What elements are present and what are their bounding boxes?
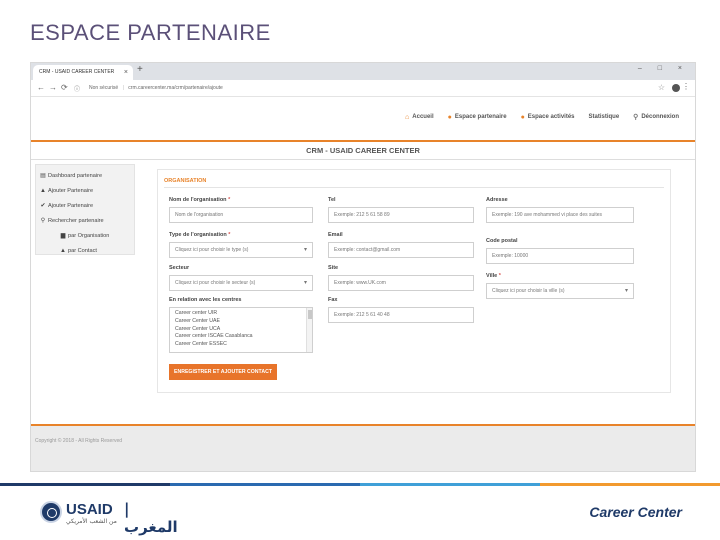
bookmark-star-icon[interactable]: ☆ xyxy=(658,83,665,92)
page-footer: Copyright © 2018 - All Rights Reserved xyxy=(31,424,695,471)
usaid-logo: USAID | المغرب من الشعب الأمريكي xyxy=(40,498,178,536)
tab-title: CRM - USAID CAREER CENTER xyxy=(39,69,115,75)
user-icon: ▲ xyxy=(40,188,46,194)
email-label: Email xyxy=(328,232,343,238)
copyright-text: Copyright © 2018 - All Rights Reserved xyxy=(35,438,123,444)
nom-field[interactable]: Nom de l'organisation xyxy=(169,207,313,223)
activities-icon: ● xyxy=(520,113,525,121)
sidebar-item-search-partner[interactable]: ⚲ Rechercher partenaire xyxy=(40,214,134,229)
type-select[interactable]: Cliquez ici pour choisir le type (s) xyxy=(169,242,313,258)
color-bar-light-blue xyxy=(360,483,540,486)
form-heading: ORGANISATION xyxy=(164,178,207,184)
slide-title: ESPACE PARTENAIRE xyxy=(30,20,271,45)
contact-icon: ▲ xyxy=(60,248,66,254)
usaid-seal-icon xyxy=(40,501,62,523)
crm-title-bar: CRM - USAID CAREER CENTER xyxy=(31,140,695,160)
forward-arrow-icon[interactable]: → xyxy=(49,83,57,92)
sidebar-item-add-partner[interactable]: ▲ Ajouter Partenaire xyxy=(40,184,134,199)
address-bar: ← → ⟳ ⓘ Non sécurisé | crm.careercenter.… xyxy=(31,80,695,97)
career-center-logo: Career Center xyxy=(589,504,682,520)
sidebar-item-by-contact[interactable]: ▲ par Contact xyxy=(40,244,134,259)
app-navigation: ⌂ Accueil ● Espace partenaire ● Espace activi… xyxy=(31,98,695,136)
site-label: Site xyxy=(328,265,339,271)
partner-sidebar: ▤ Dashboard partenaire ▲ Ajouter Partena… xyxy=(35,164,135,255)
sidebar-item-label: Ajouter Partenaire xyxy=(48,203,94,209)
logout-icon: ⚲ xyxy=(633,114,639,121)
sidebar-item-label: par Organisation xyxy=(68,233,110,239)
relation-label: En relation avec les centres xyxy=(169,297,242,303)
code-postal-label: Code postal xyxy=(486,238,518,244)
nav-item-label: Accueil xyxy=(412,114,434,120)
type-label: Type de l'organisation * xyxy=(169,232,231,238)
sidebar-item-label: Dashboard partenaire xyxy=(48,173,103,179)
fax-label: Fax xyxy=(328,297,338,303)
usaid-subtitle: من الشعب الأمريكي xyxy=(66,518,117,525)
browser-menu-icon[interactable]: ⋮ xyxy=(682,82,690,91)
partner-icon: ● xyxy=(447,113,452,121)
ville-select[interactable]: Cliquez ici pour choisir la ville (s) xyxy=(486,283,634,299)
sidebar-item-add-partner-check[interactable]: ✔ Ajouter Partenaire xyxy=(40,199,134,214)
new-tab-button[interactable]: + xyxy=(137,64,143,75)
list-item[interactable]: Career Center UAE xyxy=(175,318,307,326)
ville-label: Ville * xyxy=(486,273,501,279)
nav-item-label: Déconnexion xyxy=(641,114,679,120)
dashboard-icon: ▤ xyxy=(40,173,46,179)
sidebar-item-by-organisation[interactable]: ▆ par Organisation xyxy=(40,229,134,244)
color-bar-orange xyxy=(540,483,720,486)
profile-avatar[interactable] xyxy=(672,84,680,92)
nav-item-logout[interactable]: ⚲ Déconnexion xyxy=(633,113,679,121)
url-field[interactable]: Non sécurisé | crm.careercenter.ma/crm/p… xyxy=(89,83,649,94)
email-field[interactable]: Exemple: contact@gmail.com xyxy=(328,242,474,258)
sidebar-item-dashboard[interactable]: ▤ Dashboard partenaire xyxy=(40,169,134,184)
site-field[interactable]: Exemple: www.UK.com xyxy=(328,275,474,291)
info-icon[interactable]: ⓘ xyxy=(74,84,80,93)
adresse-field[interactable]: Exemple: 190 ave mohammed vi place des s… xyxy=(486,207,634,223)
nav-item-partner[interactable]: ● Espace partenaire xyxy=(448,113,507,121)
nom-label: Nom de l'organisation * xyxy=(169,197,231,203)
color-bar-blue xyxy=(170,483,360,486)
organisation-form: ORGANISATION Nom de l'organisation * Nom… xyxy=(157,169,671,393)
secteur-select[interactable]: Cliquez ici pour choisir le secteur (s) xyxy=(169,275,313,291)
list-item[interactable]: Career center ISCAE Casablanca xyxy=(175,333,307,341)
list-scrollbar[interactable] xyxy=(306,308,312,352)
nav-item-home[interactable]: ⌂ Accueil xyxy=(405,113,434,121)
sidebar-item-label: Rechercher partenaire xyxy=(48,218,104,224)
browser-window: CRM - USAID CAREER CENTER × + – □ × ← → … xyxy=(30,62,696,472)
usaid-arabic-wordmark: | المغرب xyxy=(124,500,178,536)
sidebar-item-label: Ajouter Partenaire xyxy=(48,188,94,194)
back-arrow-icon[interactable]: ← xyxy=(37,83,45,92)
window-controls[interactable]: – □ × xyxy=(638,65,689,72)
home-icon: ⌂ xyxy=(405,113,410,121)
reload-icon[interactable]: ⟳ xyxy=(61,83,68,92)
url-security-label: Non sécurisé xyxy=(89,85,119,91)
nav-item-label: Espace partenaire xyxy=(454,114,507,120)
save-and-add-contact-button[interactable]: ENREGISTRER ET AJOUTER CONTACT xyxy=(169,364,277,380)
browser-tab-bar: CRM - USAID CAREER CENTER × + – □ × xyxy=(31,63,695,80)
sidebar-item-label: par Contact xyxy=(68,248,97,254)
url-text: crm.careercenter.ma/crm/partenaire/ajout… xyxy=(128,85,223,91)
building-icon: ▆ xyxy=(60,233,66,239)
color-bar-navy xyxy=(0,483,170,486)
list-item[interactable]: Career Center UCA xyxy=(175,326,307,334)
tel-label: Tel xyxy=(328,197,336,203)
secteur-label: Secteur xyxy=(169,265,190,271)
tab-close-icon[interactable]: × xyxy=(124,65,128,80)
tel-field[interactable]: Exemple: 212 5 61 58 89 xyxy=(328,207,474,223)
check-icon: ✔ xyxy=(40,203,46,209)
nav-item-activities[interactable]: ● Espace activités xyxy=(521,113,575,121)
code-postal-field[interactable]: Exemple: 10000 xyxy=(486,248,634,264)
browser-tab[interactable]: CRM - USAID CAREER CENTER × xyxy=(33,65,133,80)
nav-item-statistics[interactable]: Statistique xyxy=(589,113,620,121)
crm-title: CRM - USAID CAREER CENTER xyxy=(306,146,420,155)
usaid-wordmark: USAID xyxy=(66,501,113,518)
nav-item-label: Statistique xyxy=(588,114,620,120)
fax-field[interactable]: Exemple: 212 5 61 40 48 xyxy=(328,307,474,323)
nav-item-label: Espace activités xyxy=(527,114,575,120)
list-item[interactable]: Career center UIR xyxy=(175,310,307,318)
list-item[interactable]: Career Center ESSEC xyxy=(175,341,307,349)
search-icon: ⚲ xyxy=(40,218,46,224)
adresse-label: Adresse xyxy=(486,197,508,203)
relation-multiselect[interactable]: Career center UIR Career Center UAE Care… xyxy=(169,307,313,353)
